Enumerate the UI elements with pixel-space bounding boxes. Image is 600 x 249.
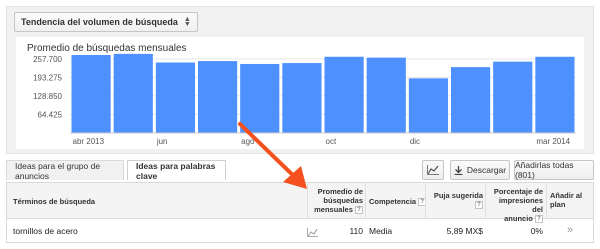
add-to-plan-icon[interactable]: »: [567, 224, 573, 236]
x-tick-label: oct: [326, 137, 337, 146]
y-tick-label: 64.425: [38, 110, 63, 119]
header-impressions[interactable]: Porcentaje de impresiones del anuncio ?: [487, 187, 543, 224]
header-bid-label: Puja sugerida: [433, 191, 483, 200]
add-all-label: Añadirlas todas (801): [515, 160, 574, 180]
x-tick-label: dic: [410, 137, 420, 146]
cell-term: tornillos de acero: [13, 226, 78, 236]
cell-competition: Media: [369, 226, 393, 236]
bar-ene-2014[interactable]: [451, 67, 491, 133]
bar-jun-2013[interactable]: [155, 62, 195, 133]
header-competition-label: Competencia: [369, 197, 417, 206]
chart-title: Promedio de búsquedas mensuales: [27, 43, 187, 54]
tab-keywords-label: Ideas para palabras clave: [136, 160, 216, 181]
select-arrows-icon: ▲ ▼: [183, 16, 191, 28]
x-tick-label: ago: [241, 137, 255, 146]
metric-select-label: Tendencia del volumen de búsqueda: [21, 17, 178, 27]
table-row[interactable]: tornillos de acero 110 Media 5,89 MX$ 0%…: [7, 220, 593, 243]
help-icon[interactable]: ?: [475, 201, 483, 210]
header-add-line-2: plan: [550, 200, 566, 209]
cell-impressions: 0%: [530, 226, 543, 236]
bar-mar-2014[interactable]: [535, 56, 575, 133]
tab-adgroup-ideas[interactable]: Ideas para el grupo de anuncios: [6, 160, 124, 181]
header-bid[interactable]: Puja sugerida ?: [431, 191, 483, 210]
header-term: Términos de búsqueda: [13, 197, 96, 206]
trend-chart-icon[interactable]: [307, 228, 318, 237]
x-tick-label: jun: [156, 137, 168, 146]
x-tick-label: mar 2014: [536, 137, 570, 146]
bar-jul-2013[interactable]: [198, 61, 238, 133]
header-competition[interactable]: Competencia ?: [369, 197, 427, 207]
header-avg-searches[interactable]: Promedio de búsquedas mensuales ?: [307, 187, 363, 215]
header-impr-line-1: Porcentaje de: [493, 187, 543, 196]
table-header: Términos de búsqueda Promedio de búsqued…: [7, 183, 593, 224]
y-tick-label: 193.275: [33, 73, 62, 82]
header-add-to-plan: Añadir al plan: [550, 191, 582, 209]
cell-bid: 5,89 MX$: [446, 226, 483, 236]
column-divider: [485, 183, 486, 219]
column-divider: [425, 183, 426, 219]
download-label: Descargar: [466, 165, 507, 175]
download-icon: [454, 165, 463, 175]
chart-area: 257.700 193.275 128.850 64.425 abr 2013 jun ag…: [16, 37, 584, 149]
bar-may-2013[interactable]: [113, 53, 153, 133]
bar-nov-2013[interactable]: [366, 57, 406, 133]
column-divider: [546, 183, 547, 219]
y-tick-label: 128.850: [33, 92, 62, 101]
header-add-line-1: Añadir al: [550, 191, 583, 200]
column-divider: [365, 183, 366, 219]
results-tabs-row: Ideas para el grupo de anuncios Ideas pa…: [6, 157, 594, 181]
keyword-table: Términos de búsqueda Promedio de búsqued…: [6, 182, 594, 243]
line-chart-icon: [427, 165, 439, 175]
header-avg-line-3: mensuales: [314, 205, 353, 214]
tab-keyword-ideas[interactable]: Ideas para palabras clave: [127, 160, 226, 181]
header-avg-line-1: Promedio de: [317, 187, 363, 196]
tab-adgroup-label: Ideas para el grupo de anuncios: [15, 160, 101, 181]
cell-avg-searches: 110: [349, 226, 363, 236]
bar-sep-2013[interactable]: [282, 63, 322, 133]
bar-abr-2013[interactable]: [71, 55, 111, 133]
help-icon[interactable]: ?: [355, 206, 363, 215]
bar-ago-2013[interactable]: [240, 63, 280, 133]
bar-dic-2013[interactable]: [408, 78, 448, 133]
bar-oct-2013[interactable]: [324, 56, 364, 133]
metric-select[interactable]: Tendencia del volumen de búsqueda ▲ ▼: [14, 12, 198, 32]
x-tick-label: abr 2013: [73, 137, 105, 146]
y-tick-label: 257.700: [33, 55, 62, 64]
bar-feb-2014[interactable]: [493, 61, 533, 133]
add-all-button[interactable]: Añadirlas todas (801): [514, 160, 594, 180]
download-button[interactable]: Descargar: [450, 160, 510, 180]
chart-toggle-button[interactable]: [422, 160, 444, 180]
search-volume-panel: Tendencia del volumen de búsqueda ▲ ▼ 257…: [6, 6, 594, 154]
header-avg-line-2: búsquedas: [323, 196, 363, 205]
header-impr-line-2: impresiones del: [498, 196, 543, 214]
